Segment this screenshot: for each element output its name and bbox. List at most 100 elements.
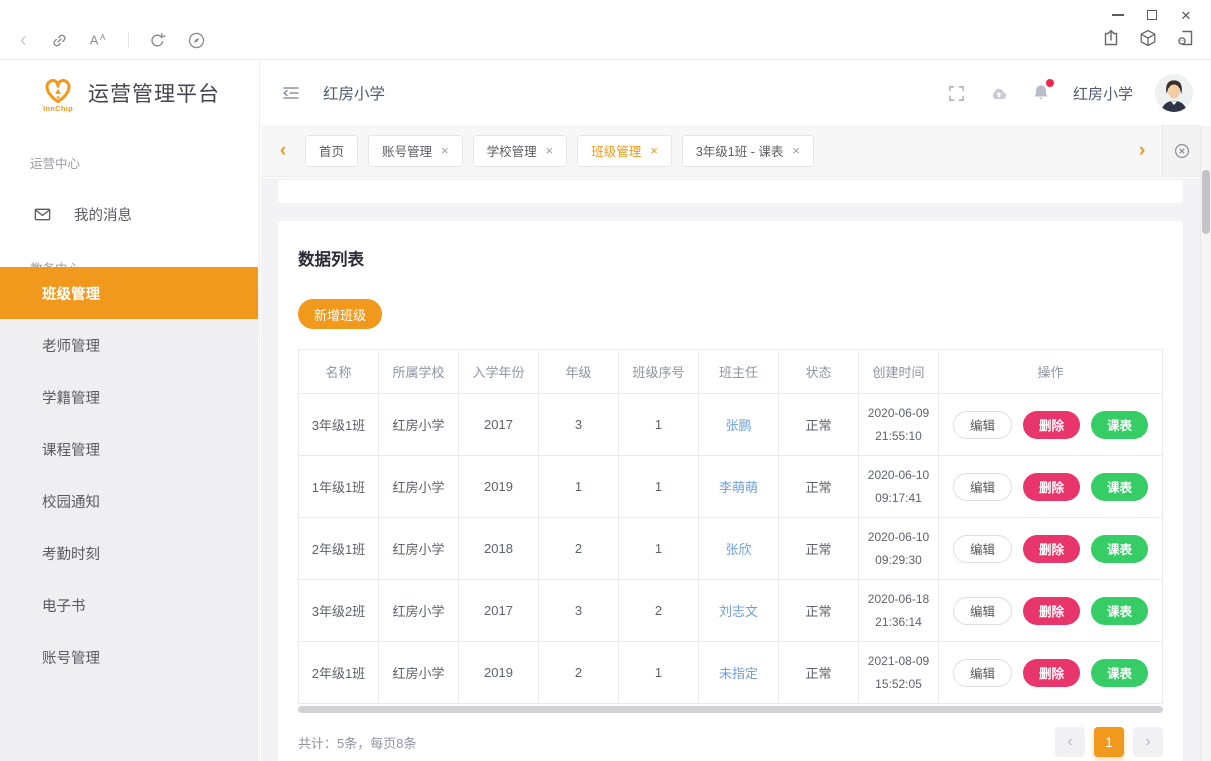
tab-close-icon[interactable]: × <box>441 144 449 157</box>
schedule-button[interactable]: 课表 <box>1091 659 1148 687</box>
user-name[interactable]: 红房小学 <box>1073 83 1133 104</box>
delete-button[interactable]: 删除 <box>1023 597 1080 625</box>
cell-status: 正常 <box>779 580 859 642</box>
cell-enroll-year: 2017 <box>459 580 539 642</box>
cell-enroll-year: 2018 <box>459 518 539 580</box>
compass-icon[interactable] <box>187 30 207 50</box>
cell-school: 红房小学 <box>379 456 459 518</box>
minimize-button[interactable] <box>1101 2 1135 28</box>
tab-close-icon[interactable]: × <box>650 144 658 157</box>
table-footer: 共计：5条，每页8条 ‹ 1 › <box>298 727 1163 757</box>
cell-grade: 2 <box>539 642 619 704</box>
share-icon[interactable] <box>1101 28 1121 48</box>
cell-school: 红房小学 <box>379 518 459 580</box>
cell-name: 2年级1班 <box>299 642 379 704</box>
app-title: 运营管理平台 <box>88 78 220 108</box>
sidebar-item-attendance-times[interactable]: 考勤时刻 <box>0 527 258 579</box>
col-school: 所属学校 <box>379 350 459 394</box>
edit-button[interactable]: 编辑 <box>953 473 1012 501</box>
notifications-bell-icon[interactable] <box>1031 83 1051 103</box>
teacher-link[interactable]: 刘志文 <box>699 580 779 642</box>
schedule-button[interactable]: 课表 <box>1091 473 1148 501</box>
col-enroll-year: 入学年份 <box>459 350 539 394</box>
cell-grade: 1 <box>539 456 619 518</box>
teacher-link[interactable]: 李萌萌 <box>699 456 779 518</box>
fullscreen-icon[interactable] <box>947 83 967 103</box>
close-button[interactable]: ✕ <box>1169 2 1203 28</box>
class-table: 名称 所属学校 入学年份 年级 班级序号 班主任 状态 创建时间 操作 3年级1… <box>298 349 1163 704</box>
maximize-button[interactable] <box>1135 2 1169 28</box>
cell-created-at: 2020-06-18 21:36:14 <box>859 580 939 642</box>
edit-button[interactable]: 编辑 <box>953 535 1012 563</box>
teacher-link[interactable]: 张欣 <box>699 518 779 580</box>
data-list-card: 数据列表 新增班级 名称 所属学校 入学年份 年级 班级序号 班主任 状态 <box>278 221 1183 761</box>
tab-label: 班级管理 <box>591 141 641 160</box>
cell-created-at: 2020-06-10 09:29:30 <box>859 518 939 580</box>
app-window: ‹ A A <box>0 0 1211 761</box>
cell-class-no: 1 <box>619 642 699 704</box>
prev-page-button[interactable]: ‹ <box>1055 727 1085 757</box>
tab-account-management[interactable]: 账号管理 × <box>368 135 463 167</box>
notification-badge <box>1046 79 1054 87</box>
add-class-button[interactable]: 新增班级 <box>298 299 382 329</box>
mini-window-avatar-icon[interactable] <box>1175 28 1195 48</box>
sidebar-item-teacher-management[interactable]: 老师管理 <box>0 319 258 371</box>
horizontal-scrollbar[interactable] <box>298 706 1163 713</box>
table-row: 3年级1班 红房小学 2017 3 1 张鹏 正常 2020-06-09 21:… <box>299 394 1163 456</box>
schedule-button[interactable]: 课表 <box>1091 411 1148 439</box>
delete-button[interactable]: 删除 <box>1023 659 1080 687</box>
table-header-row: 名称 所属学校 入学年份 年级 班级序号 班主任 状态 创建时间 操作 <box>299 350 1163 394</box>
col-created-at: 创建时间 <box>859 350 939 394</box>
close-all-tabs-icon[interactable] <box>1162 125 1200 176</box>
sidebar-item-ebook[interactable]: 电子书 <box>0 579 258 631</box>
copy-link-icon[interactable] <box>50 30 70 50</box>
next-page-button[interactable]: › <box>1133 727 1163 757</box>
vertical-scrollbar[interactable] <box>1200 126 1211 761</box>
edit-button[interactable]: 编辑 <box>953 597 1012 625</box>
tab-school-management[interactable]: 学校管理 × <box>473 135 568 167</box>
tab-label: 账号管理 <box>382 141 432 160</box>
tab-class-schedule[interactable]: 3年级1班 - 课表 × <box>682 135 814 167</box>
tabs-scroll-right-icon[interactable]: › <box>1122 140 1162 162</box>
cell-created-at: 2020-06-10 09:17:41 <box>859 456 939 518</box>
sidebar-item-campus-notice[interactable]: 校园通知 <box>0 475 258 527</box>
schedule-button[interactable]: 课表 <box>1091 535 1148 563</box>
page-1-button[interactable]: 1 <box>1094 727 1124 757</box>
sidebar-item-messages[interactable]: 我的消息 <box>0 188 259 240</box>
edit-button[interactable]: 编辑 <box>953 659 1012 687</box>
cell-enroll-year: 2019 <box>459 456 539 518</box>
cell-enroll-year: 2017 <box>459 394 539 456</box>
browser-back-icon[interactable]: ‹ <box>16 30 31 50</box>
sidebar-item-course-management[interactable]: 课程管理 <box>0 423 258 475</box>
avatar[interactable] <box>1155 74 1193 112</box>
app-logo: InnChip 运营管理平台 <box>0 61 259 125</box>
sidebar-item-student-records[interactable]: 学籍管理 <box>0 371 258 423</box>
delete-button[interactable]: 删除 <box>1023 535 1080 563</box>
font-size-icon[interactable]: A A <box>89 30 109 50</box>
tab-label: 3年级1班 - 课表 <box>696 141 784 160</box>
sidebar-item-account-management[interactable]: 账号管理 <box>0 631 258 683</box>
window-chrome: ‹ A A <box>0 0 1211 60</box>
delete-button[interactable]: 删除 <box>1023 411 1080 439</box>
campus-submenu: 班级管理 老师管理 学籍管理 课程管理 校园通知 考勤时刻 电子书 账号管理 <box>0 267 258 761</box>
tab-close-icon[interactable]: × <box>792 144 800 157</box>
tab-close-icon[interactable]: × <box>546 144 554 157</box>
collapse-sidebar-icon[interactable] <box>261 83 301 103</box>
toolbar-divider <box>128 32 129 48</box>
table-row: 3年级2班 红房小学 2017 3 2 刘志文 正常 2020-06-18 21… <box>299 580 1163 642</box>
sidebar-item-class-management[interactable]: 班级管理 <box>0 267 258 319</box>
schedule-button[interactable]: 课表 <box>1091 597 1148 625</box>
delete-button[interactable]: 删除 <box>1023 473 1080 501</box>
teacher-link[interactable]: 未指定 <box>699 642 779 704</box>
tab-class-management[interactable]: 班级管理 × <box>577 135 672 167</box>
cube-icon[interactable] <box>1138 28 1158 48</box>
cloud-upload-icon[interactable] <box>989 83 1009 103</box>
tab-home[interactable]: 首页 <box>305 135 358 167</box>
cell-enroll-year: 2019 <box>459 642 539 704</box>
scrollbar-thumb[interactable] <box>1202 170 1210 234</box>
edit-button[interactable]: 编辑 <box>953 411 1012 439</box>
tabs-scroll-left-icon[interactable]: ‹ <box>261 140 305 162</box>
teacher-link[interactable]: 张鹏 <box>699 394 779 456</box>
col-actions: 操作 <box>939 350 1163 394</box>
refresh-icon[interactable] <box>148 30 168 50</box>
